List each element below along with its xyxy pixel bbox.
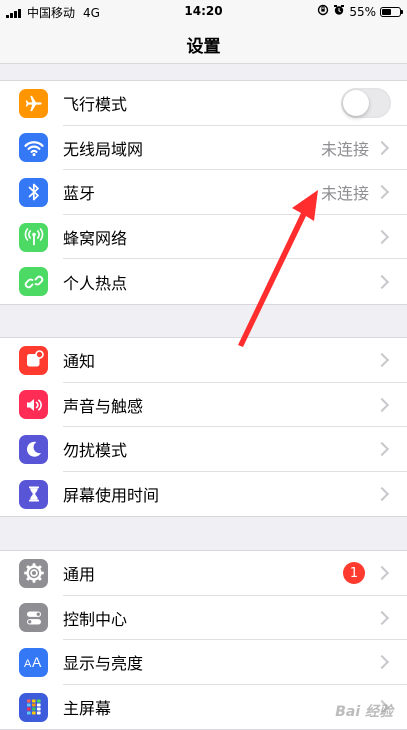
settings-row-airplane[interactable]: 飞行模式 bbox=[0, 81, 407, 126]
chevron-right-icon bbox=[374, 140, 390, 155]
toggle-knob bbox=[343, 90, 369, 117]
settings-row-bluetooth[interactable]: 蓝牙 未连接 bbox=[0, 170, 407, 215]
navigation-bar: 设置 bbox=[0, 22, 407, 64]
settings-group-notifications: 通知声音与触感勿扰模式屏幕使用时间 bbox=[0, 337, 407, 518]
chevron-right-icon bbox=[374, 487, 390, 502]
settings-row-sound[interactable]: 声音与触感 bbox=[0, 383, 407, 428]
chevron-right-icon bbox=[374, 610, 390, 625]
update-badge: 1 bbox=[343, 562, 365, 585]
settings-group-connectivity: 飞行模式 无线局域网 未连接 蓝牙 未连接 蜂窝网络 个人热点 bbox=[0, 80, 407, 305]
chevron-right-icon bbox=[374, 274, 390, 289]
hotspot-icon bbox=[19, 267, 48, 297]
battery-icon bbox=[380, 6, 403, 17]
settings-row-display[interactable]: A A 显示与亮度 bbox=[0, 640, 407, 685]
svg-text:A: A bbox=[32, 654, 42, 670]
chevron-right-icon bbox=[374, 442, 390, 457]
alarm-icon bbox=[333, 4, 345, 19]
settings-row-label: 飞行模式 bbox=[63, 95, 128, 115]
settings-row-label: 无线局域网 bbox=[63, 139, 144, 159]
settings-row-label: 通用 bbox=[63, 565, 96, 585]
sound-icon bbox=[19, 390, 48, 420]
status-bar: 中国移动 4G 14:20 55% bbox=[0, 0, 407, 22]
settings-row-label: 主屏幕 bbox=[63, 699, 112, 719]
settings-row-label: 控制中心 bbox=[63, 609, 128, 629]
display-icon: AA bbox=[19, 647, 48, 677]
chevron-right-icon bbox=[374, 353, 390, 368]
settings-row-moon[interactable]: 勿扰模式 bbox=[0, 427, 407, 472]
settings-row-wifi[interactable]: 无线局域网 未连接 bbox=[0, 126, 407, 171]
settings-row-hourglass[interactable]: 屏幕使用时间 bbox=[0, 472, 407, 517]
settings-row-hotspot[interactable]: 个人热点 bbox=[0, 259, 407, 304]
control-center-icon bbox=[19, 603, 48, 633]
chevron-right-icon bbox=[374, 566, 390, 581]
settings-row-label: 勿扰模式 bbox=[63, 441, 128, 461]
settings-row-value: 未连接 bbox=[320, 184, 369, 204]
battery-percent: 55% bbox=[349, 4, 376, 19]
home-screen-icon bbox=[19, 692, 48, 722]
cellular-icon bbox=[19, 222, 48, 252]
settings-row-notifications[interactable]: 通知 bbox=[0, 338, 407, 383]
page-title: 设置 bbox=[186, 37, 221, 57]
wifi-icon bbox=[19, 133, 48, 163]
airplane-mode-toggle[interactable] bbox=[341, 88, 391, 119]
settings-row-label: 声音与触感 bbox=[63, 396, 144, 416]
settings-row-gear[interactable]: 通用 1 bbox=[0, 551, 407, 596]
bluetooth-icon bbox=[19, 177, 48, 207]
chevron-right-icon bbox=[374, 185, 390, 200]
settings-row-label: 显示与亮度 bbox=[63, 654, 144, 674]
watermark: Bai 经验 bbox=[335, 704, 393, 720]
chevron-right-icon bbox=[374, 230, 390, 245]
hourglass-icon bbox=[19, 479, 48, 509]
settings-row-label: 通知 bbox=[63, 352, 96, 372]
settings-row-label: 个人热点 bbox=[63, 273, 128, 293]
settings-row-label: 蜂窝网络 bbox=[63, 229, 128, 249]
orientation-lock-icon bbox=[317, 4, 329, 19]
moon-icon bbox=[19, 434, 48, 464]
settings-row-value: 未连接 bbox=[320, 139, 369, 159]
settings-row-label: 屏幕使用时间 bbox=[63, 486, 160, 506]
notifications-icon bbox=[19, 345, 48, 375]
svg-text:A: A bbox=[24, 658, 32, 670]
chevron-right-icon bbox=[374, 655, 390, 670]
chevron-right-icon bbox=[374, 397, 390, 412]
gear-icon bbox=[19, 558, 48, 588]
settings-row-control-center[interactable]: 控制中心 bbox=[0, 596, 407, 641]
airplane-icon bbox=[19, 88, 48, 118]
settings-row-label: 蓝牙 bbox=[63, 184, 96, 204]
settings-row-cellular[interactable]: 蜂窝网络 bbox=[0, 215, 407, 260]
